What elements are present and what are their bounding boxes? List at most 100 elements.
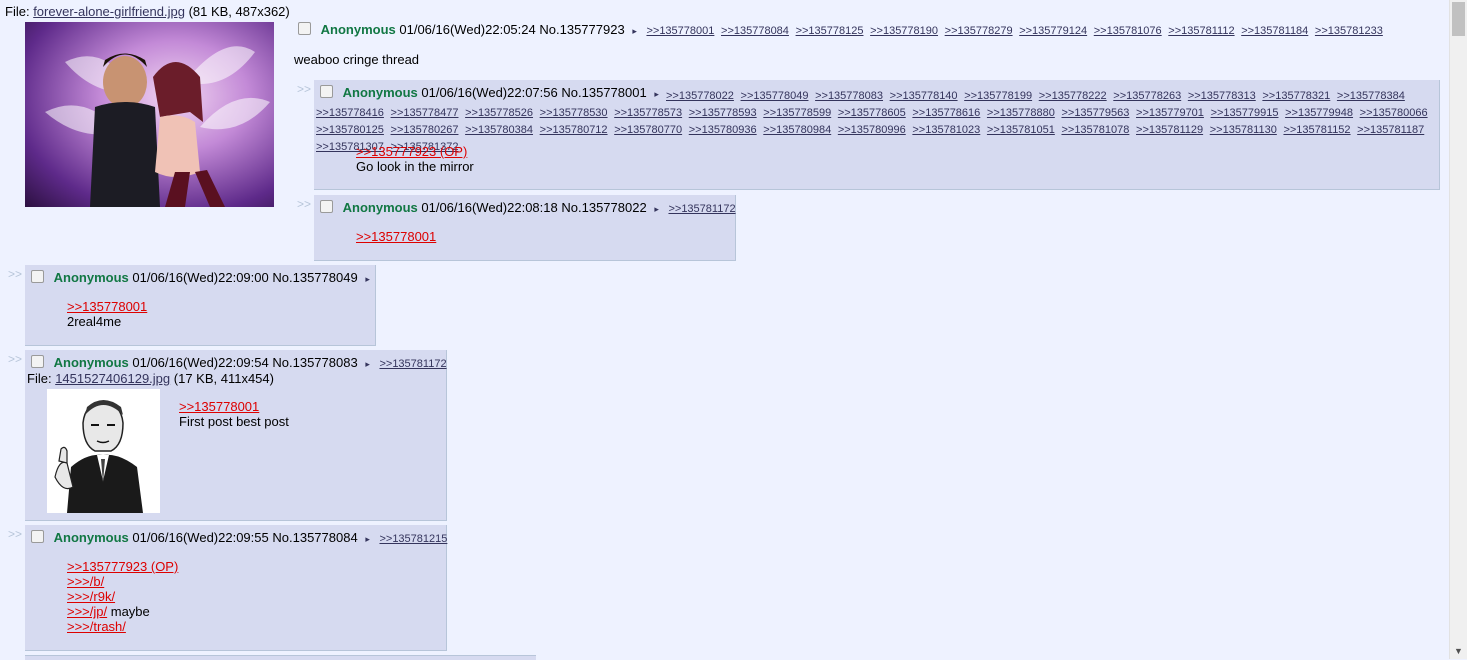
post-number[interactable]: No.135778084: [272, 530, 357, 545]
backlink[interactable]: >>135778593: [689, 107, 757, 119]
board-link-b[interactable]: >>>/b/: [67, 574, 104, 589]
backlink[interactable]: >>135779915: [1211, 107, 1279, 119]
reply-checkbox[interactable]: [31, 270, 44, 283]
backlink[interactable]: >>135778416: [316, 107, 384, 119]
board-link-r9k[interactable]: >>>/r9k/: [67, 589, 115, 604]
op-file-info: File: forever-alone-girlfriend.jpg (81 K…: [5, 4, 290, 19]
post-message: >>135778001: [356, 229, 436, 244]
reply-135778083: Anonymous 01/06/16(Wed)22:09:54 No.13577…: [25, 350, 447, 521]
backlink[interactable]: >>135778263: [1113, 90, 1181, 102]
poster-name: Anonymous: [53, 270, 129, 285]
backlink[interactable]: >>135778140: [890, 90, 958, 102]
quote-link[interactable]: >>135777923 (OP): [356, 144, 467, 159]
backlink[interactable]: >>135781172: [668, 203, 735, 215]
op-file-link[interactable]: forever-alone-girlfriend.jpg: [33, 4, 185, 19]
backlink[interactable]: >>135780384: [465, 124, 533, 136]
op-menu-icon[interactable]: ▸: [632, 26, 637, 36]
scrollbar-thumb[interactable]: [1452, 2, 1465, 36]
reply-checkbox[interactable]: [31, 355, 44, 368]
backlink[interactable]: >>135780984: [763, 124, 831, 136]
backlink[interactable]: >>135781152: [1283, 124, 1350, 136]
backlink[interactable]: >>135781078: [1061, 124, 1129, 136]
backlink[interactable]: >>135778477: [391, 107, 459, 119]
backlink[interactable]: >>135781129: [1136, 124, 1203, 136]
backlink[interactable]: >>135778001: [646, 25, 714, 37]
file-meta: (17 KB, 411x454): [173, 371, 274, 386]
backlink[interactable]: >>135778199: [964, 90, 1032, 102]
backlink[interactable]: >>135778049: [741, 90, 809, 102]
quote-link[interactable]: >>135778001: [356, 229, 436, 244]
post-menu-icon[interactable]: ▸: [365, 534, 370, 544]
backlink[interactable]: >>135778526: [465, 107, 533, 119]
post-thumbnail[interactable]: [47, 389, 160, 513]
post-menu-icon[interactable]: ▸: [365, 274, 370, 284]
backlink[interactable]: >>135780770: [614, 124, 682, 136]
backlink[interactable]: >>135781172: [379, 358, 446, 370]
backlink[interactable]: >>135778880: [987, 107, 1055, 119]
file-link[interactable]: 1451527406129.jpg: [55, 371, 170, 386]
backlink[interactable]: >>135778083: [815, 90, 883, 102]
board-link-trash[interactable]: >>>/trash/: [67, 619, 126, 634]
backlink[interactable]: >>135780936: [689, 124, 757, 136]
post-menu-icon[interactable]: ▸: [365, 359, 370, 369]
board-link-jp[interactable]: >>>/jp/: [67, 604, 107, 619]
backlink[interactable]: >>135779948: [1285, 107, 1353, 119]
backlink[interactable]: >>135780712: [540, 124, 608, 136]
backlink[interactable]: >>135778530: [540, 107, 608, 119]
quote-link[interactable]: >>135778001: [179, 399, 259, 414]
op-name: Anonymous: [320, 22, 396, 37]
file-label: File:: [27, 371, 52, 386]
backlink[interactable]: >>135778279: [945, 25, 1013, 37]
reply-header: Anonymous 01/06/16(Wed)22:09:54 No.13577…: [31, 355, 450, 370]
poster-name: Anonymous: [53, 530, 129, 545]
backlink[interactable]: >>135781233: [1315, 25, 1383, 37]
backlink[interactable]: >>135778599: [763, 107, 831, 119]
backlink[interactable]: >>135778222: [1039, 90, 1107, 102]
post-number[interactable]: No.135778022: [561, 200, 646, 215]
op-datetime: 01/06/16(Wed)22:05:24: [399, 22, 536, 37]
backlink[interactable]: >>135778190: [870, 25, 938, 37]
backlink[interactable]: >>135781023: [912, 124, 980, 136]
backlink[interactable]: >>135778384: [1337, 90, 1405, 102]
post-number[interactable]: No.135778049: [272, 270, 357, 285]
backlink[interactable]: >>135781076: [1094, 25, 1162, 37]
side-arrows: >>: [297, 82, 312, 96]
backlink[interactable]: >>135781051: [987, 124, 1055, 136]
backlink[interactable]: >>135780267: [391, 124, 459, 136]
op-file-meta: (81 KB, 487x362): [188, 4, 290, 19]
backlink[interactable]: >>135778605: [838, 107, 906, 119]
backlink[interactable]: >>135778022: [666, 90, 734, 102]
backlink[interactable]: >>135781112: [1168, 25, 1234, 37]
quote-link[interactable]: >>135778001: [67, 299, 147, 314]
reply-checkbox[interactable]: [31, 530, 44, 543]
backlink[interactable]: >>135780066: [1360, 107, 1428, 119]
backlink[interactable]: >>135779124: [1019, 25, 1087, 37]
backlink[interactable]: >>135778313: [1188, 90, 1256, 102]
backlink[interactable]: >>135779701: [1136, 107, 1204, 119]
post-number[interactable]: No.135778083: [272, 355, 357, 370]
backlink[interactable]: >>135781130: [1210, 124, 1277, 136]
post-menu-icon[interactable]: ▸: [654, 204, 659, 214]
op-checkbox[interactable]: [298, 22, 311, 35]
backlink[interactable]: >>135780996: [838, 124, 906, 136]
backlink[interactable]: >>135778321: [1262, 90, 1330, 102]
backlink[interactable]: >>135779563: [1061, 107, 1129, 119]
backlink[interactable]: >>135780125: [316, 124, 384, 136]
op-post-number[interactable]: No.135777923: [539, 22, 624, 37]
scrollbar[interactable]: ▼: [1449, 0, 1467, 659]
quote-link[interactable]: >>135777923 (OP): [67, 559, 178, 574]
op-message: weaboo cringe thread: [294, 52, 420, 67]
reply-header: Anonymous 01/06/16(Wed)22:08:18 No.13577…: [320, 200, 739, 215]
backlink[interactable]: >>135781187: [1357, 124, 1424, 136]
backlink[interactable]: >>135781184: [1241, 25, 1308, 37]
scroll-down-icon[interactable]: ▼: [1454, 646, 1463, 656]
line-text: maybe: [107, 604, 150, 619]
op-thumbnail[interactable]: [25, 22, 274, 207]
backlink[interactable]: >>135781215: [379, 533, 447, 545]
reply-135778022: Anonymous 01/06/16(Wed)22:08:18 No.13577…: [314, 195, 736, 261]
backlink[interactable]: >>135778125: [796, 25, 864, 37]
reply-checkbox[interactable]: [320, 200, 333, 213]
backlink[interactable]: >>135778616: [912, 107, 980, 119]
backlink[interactable]: >>135778084: [721, 25, 789, 37]
backlink[interactable]: >>135778573: [614, 107, 682, 119]
